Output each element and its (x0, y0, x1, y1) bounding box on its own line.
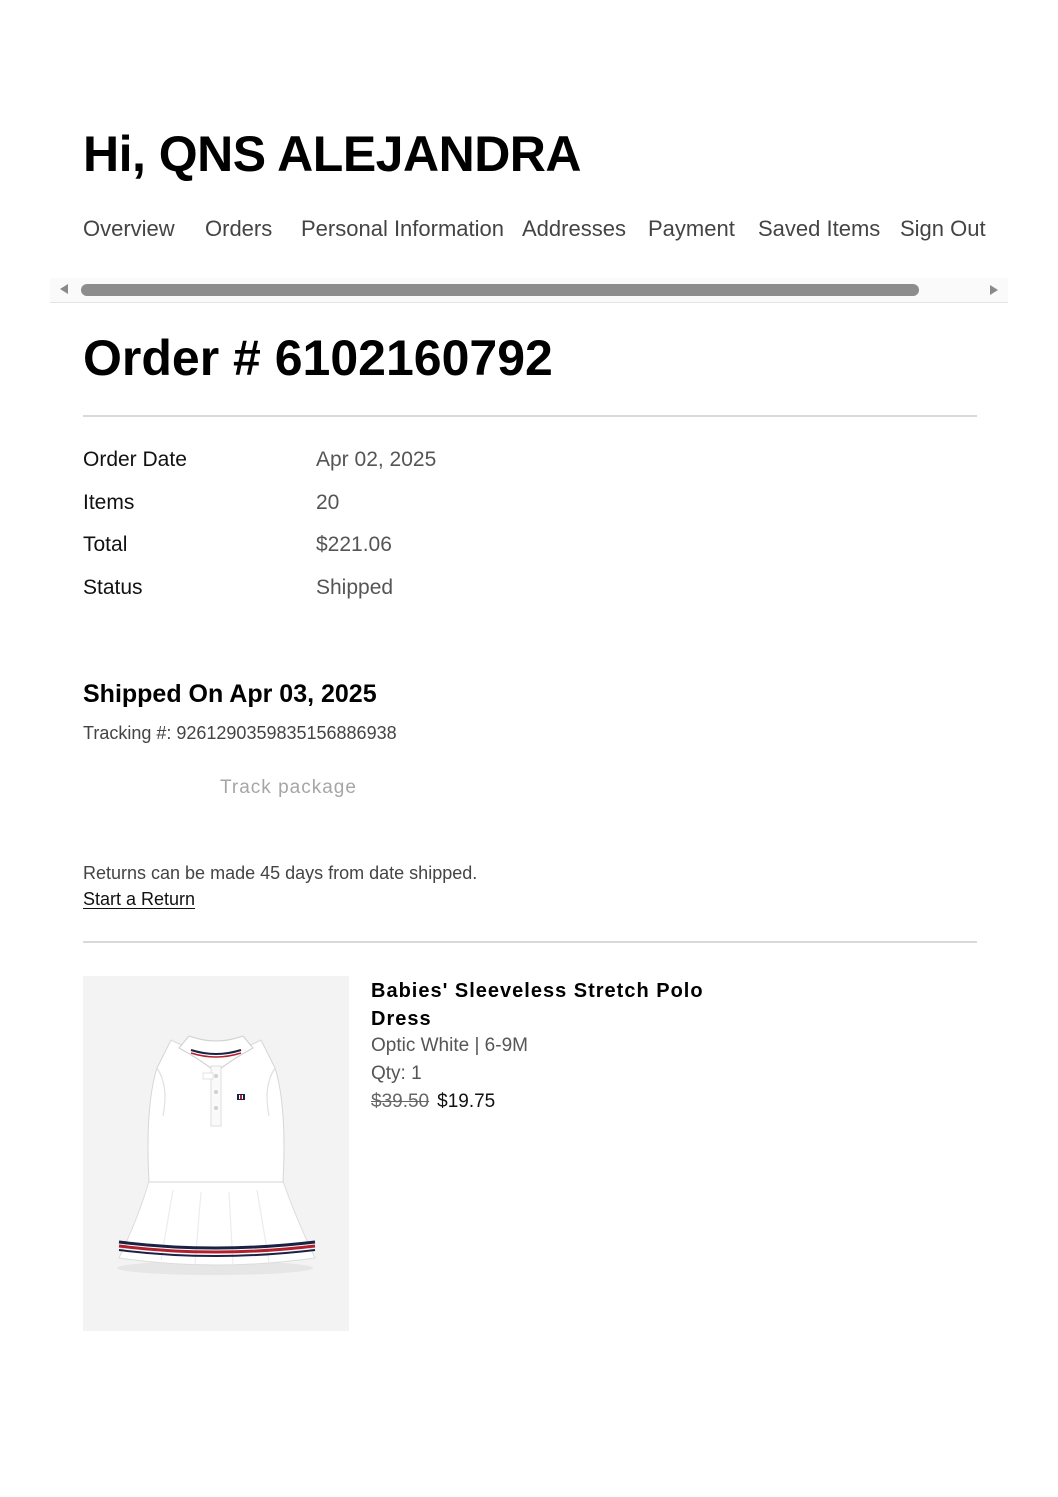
items-row: Items 20 (83, 488, 683, 518)
account-nav: Overview Orders Personal Information Add… (83, 212, 1018, 246)
total-row: Total $221.06 (83, 530, 683, 560)
status-label: Status (83, 576, 143, 599)
tracking-number: Tracking #: 926129035983515688693​8 (83, 723, 397, 743)
nav-orders[interactable]: Orders (205, 212, 272, 246)
nav-scrollbar[interactable] (50, 278, 1008, 303)
product-price: $39.50 $19.75 (371, 1088, 495, 1116)
order-date-row: Order Date Apr 02, 2025 (83, 445, 683, 475)
nav-personal-information[interactable]: Personal Information (301, 212, 504, 246)
product-name[interactable]: Babies' Sleeveless Stretch Polo Dress (371, 977, 731, 1033)
product-image[interactable] (83, 976, 349, 1331)
order-date-label: Order Date (83, 448, 187, 471)
items-value: 20 (316, 491, 340, 514)
nav-saved-items[interactable]: Saved Items (758, 212, 880, 246)
original-price: $39.50 (371, 1091, 430, 1112)
total-value: $221.06 (316, 533, 392, 556)
nav-sign-out[interactable]: Sign Out (900, 212, 986, 246)
nav-overview[interactable]: Overview (83, 212, 175, 246)
order-title: Order # 6102160792 (83, 330, 553, 386)
returns-note: Returns can be made 45 days from date sh… (83, 863, 478, 883)
scrollbar-thumb[interactable] (81, 284, 919, 296)
track-package-button[interactable]: Track package (208, 772, 369, 804)
account-greeting: Hi, QNS ALEJANDRA (83, 126, 582, 182)
sale-price: $19.75 (437, 1091, 496, 1112)
scroll-right-arrow-icon[interactable] (990, 285, 998, 295)
shipment-heading: Shipped On Apr 03, 2025 (83, 680, 377, 708)
nav-addresses[interactable]: Addresses (522, 212, 626, 246)
divider (83, 415, 977, 417)
items-label: Items (83, 491, 135, 514)
order-date-value: Apr 02, 2025 (316, 448, 437, 471)
status-value: Shipped (316, 576, 394, 599)
product-variant: Optic White | 6-9M (371, 1035, 528, 1056)
product-quantity: Qty: 1 (371, 1063, 422, 1084)
start-return-link[interactable]: Start a Return (83, 886, 195, 912)
nav-payment[interactable]: Payment (648, 212, 735, 246)
status-row: Status Shipped (83, 573, 683, 603)
divider (83, 941, 977, 943)
total-label: Total (83, 533, 128, 556)
scroll-left-arrow-icon[interactable] (60, 284, 68, 294)
polo-dress-image (83, 976, 349, 1331)
